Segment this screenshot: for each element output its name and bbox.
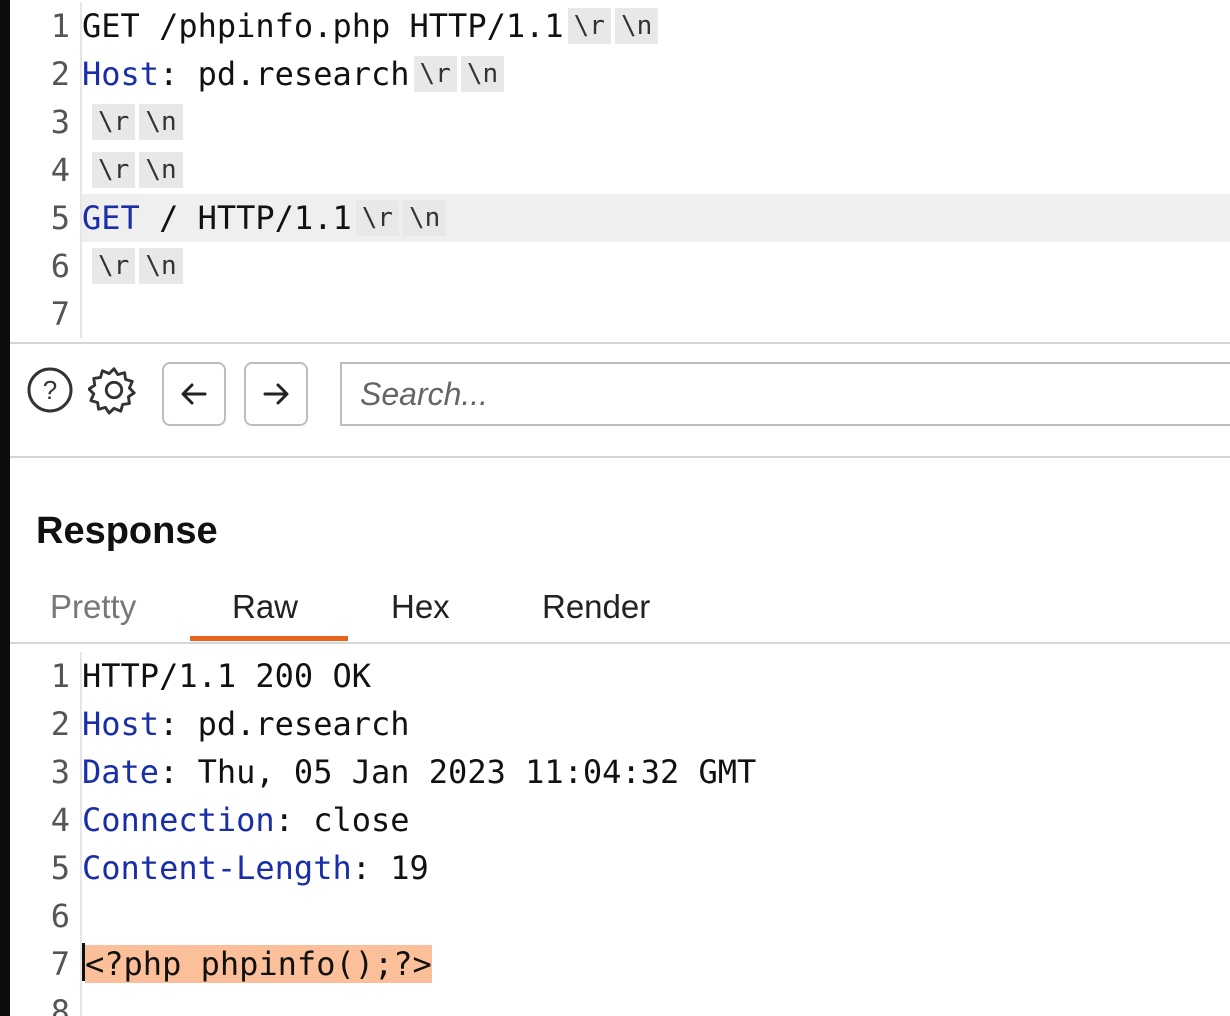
tab-render[interactable]: Render (542, 588, 650, 626)
code-line[interactable]: 4 \r \n (10, 146, 1230, 194)
line-content[interactable]: GET / HTTP/1.1 \r \n (80, 194, 1230, 242)
carriage-return-marker: \r (92, 104, 136, 140)
response-editor[interactable]: 1 HTTP/1.1 200 OK 2 Host: pd.research 3 Date:… (10, 652, 1230, 1016)
header-name: GET (82, 199, 140, 237)
newline-marker: \n (460, 56, 505, 92)
line-number: 1 (50, 7, 70, 45)
line-number: 1 (50, 657, 70, 695)
newline-marker: \n (139, 152, 183, 188)
code-line[interactable]: 3 \r \n (10, 98, 1230, 146)
header-name: Date (82, 753, 160, 791)
code-text: HTTP/1.1 200 OK (82, 657, 371, 695)
line-content[interactable]: \r \n (80, 146, 1230, 194)
search-input[interactable] (340, 362, 1230, 426)
line-content[interactable]: Date: Thu, 05 Jan 2023 11:04:32 GMT (80, 748, 1230, 796)
forward-button[interactable] (244, 362, 308, 426)
line-number: 3 (50, 103, 70, 141)
help-circle-icon[interactable]: ? (24, 364, 76, 416)
line-content[interactable]: HTTP/1.1 200 OK (80, 652, 1230, 700)
carriage-return-marker: \r (92, 248, 136, 284)
code-line[interactable]: 6 (10, 892, 1230, 940)
code-text: : Thu, 05 Jan 2023 11:04:32 GMT (159, 753, 757, 791)
newline-marker: \n (403, 200, 447, 236)
http-editor-panel: 1 GET /phpinfo.php HTTP/1.1 \r \n 2 Host: pd.… (10, 0, 1230, 1016)
gear-icon[interactable] (88, 364, 140, 416)
line-content[interactable]: \r \n (80, 98, 1230, 146)
code-line[interactable]: 5 GET / HTTP/1.1 \r \n (10, 194, 1230, 242)
line-content[interactable]: Host: pd.research (80, 700, 1230, 748)
back-button[interactable] (162, 362, 226, 426)
svg-text:?: ? (43, 375, 57, 405)
code-line[interactable]: 3 Date: Thu, 05 Jan 2023 11:04:32 GMT (10, 748, 1230, 796)
line-content[interactable]: <?php phpinfo();?> (80, 940, 1230, 988)
code-line[interactable]: 2 Host: pd.research (10, 700, 1230, 748)
editor-toolbar: ? (10, 342, 1230, 458)
tab-pretty[interactable]: Pretty (50, 588, 136, 626)
header-name: Content-Length (82, 849, 352, 887)
highlighted-body: <?php phpinfo();?> (85, 945, 432, 983)
line-number: 5 (50, 199, 70, 237)
line-number: 4 (50, 801, 70, 839)
carriage-return-marker: \r (92, 152, 136, 188)
carriage-return-marker: \r (567, 8, 611, 44)
line-content[interactable] (80, 988, 1230, 1016)
line-content[interactable]: Host: pd.research \r \n (80, 50, 1230, 98)
code-line[interactable]: 7 <?php phpinfo();?> (10, 940, 1230, 988)
code-line[interactable]: 6 \r \n (10, 242, 1230, 290)
code-text: : 19 (351, 849, 429, 887)
line-content[interactable]: Connection: close (80, 796, 1230, 844)
line-number: 8 (50, 993, 70, 1016)
code-line[interactable]: 7 (10, 290, 1230, 338)
line-number: 7 (50, 945, 70, 983)
response-title: Response (36, 510, 218, 552)
line-number: 5 (50, 849, 70, 887)
code-line[interactable]: 2 Host: pd.research \r \n (10, 50, 1230, 98)
header-name: Host (82, 705, 160, 743)
tab-raw[interactable]: Raw (232, 588, 298, 626)
newline-marker: \n (614, 8, 659, 44)
line-content[interactable]: GET /phpinfo.php HTTP/1.1 \r \n (80, 2, 1230, 50)
line-number: 6 (50, 897, 70, 935)
code-text: : pd.research (159, 705, 410, 743)
code-text: : close (274, 801, 410, 839)
code-text: : pd.research (159, 55, 410, 93)
line-number: 6 (50, 247, 70, 285)
carriage-return-marker: \r (413, 56, 457, 92)
newline-marker: \n (139, 248, 183, 284)
code-text: GET /phpinfo.php HTTP/1.1 (82, 7, 564, 45)
line-content[interactable]: \r \n (80, 242, 1230, 290)
response-tabs: Pretty Raw Hex Render (10, 578, 1230, 644)
line-number: 3 (50, 753, 70, 791)
request-editor[interactable]: 1 GET /phpinfo.php HTTP/1.1 \r \n 2 Host: pd.… (10, 2, 1230, 338)
line-number: 7 (50, 295, 70, 333)
active-tab-indicator (190, 636, 348, 641)
code-line[interactable]: 1 HTTP/1.1 200 OK (10, 652, 1230, 700)
header-name: Host (82, 55, 160, 93)
code-line[interactable]: 8 (10, 988, 1230, 1016)
code-line[interactable]: 4 Connection: close (10, 796, 1230, 844)
line-content[interactable] (80, 892, 1230, 940)
code-line[interactable]: 1 GET /phpinfo.php HTTP/1.1 \r \n (10, 2, 1230, 50)
code-line[interactable]: 5 Content-Length: 19 (10, 844, 1230, 892)
line-number: 4 (50, 151, 70, 189)
tab-hex[interactable]: Hex (391, 588, 450, 626)
line-number: 2 (50, 705, 70, 743)
header-name: Connection (82, 801, 275, 839)
line-content[interactable]: Content-Length: 19 (80, 844, 1230, 892)
arrow-right-icon (263, 383, 289, 405)
code-text: / HTTP/1.1 (139, 199, 352, 237)
carriage-return-marker: \r (355, 200, 400, 236)
arrow-left-icon (181, 383, 207, 405)
newline-marker: \n (139, 104, 183, 140)
line-number: 2 (50, 55, 70, 93)
line-content[interactable] (80, 290, 1230, 338)
